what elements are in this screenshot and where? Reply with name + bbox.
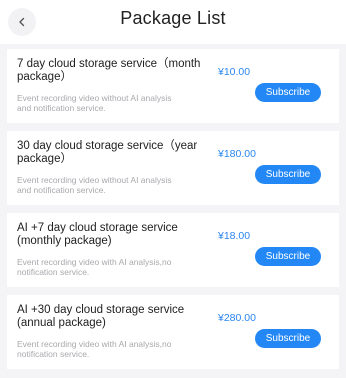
subscribe-button[interactable]: Subscribe	[255, 165, 321, 184]
package-price: ¥280.00	[218, 312, 256, 324]
top-bar: Package List	[0, 0, 346, 44]
package-name: AI +30 day cloud storage service (annual…	[17, 304, 185, 329]
package-price: ¥18.00	[218, 230, 251, 242]
package-description: Event recording video without AI analysi…	[17, 93, 172, 113]
package-description: Event recording video with AI analysis,n…	[17, 339, 172, 359]
package-description: Event recording video with AI analysis,n…	[17, 257, 172, 277]
package-name: 7 day cloud storage service（month packag…	[17, 58, 201, 83]
package-price: ¥180.00	[218, 148, 256, 160]
package-name: 30 day cloud storage service（year packag…	[17, 140, 198, 165]
package-description: Event recording video without AI analysi…	[17, 175, 172, 195]
package-card: 30 day cloud storage service（year packag…	[7, 131, 339, 205]
package-card: AI +30 day cloud storage service (annual…	[7, 295, 339, 369]
package-name: AI +7 day cloud storage service (monthly…	[17, 222, 178, 247]
subscribe-button[interactable]: Subscribe	[255, 83, 321, 102]
package-card: 7 day cloud storage service（month packag…	[7, 49, 339, 123]
subscribe-button[interactable]: Subscribe	[255, 247, 321, 266]
package-price: ¥10.00	[218, 66, 251, 78]
package-list: 7 day cloud storage service（month packag…	[7, 49, 339, 377]
package-card: AI +7 day cloud storage service (monthly…	[7, 213, 339, 287]
subscribe-button[interactable]: Subscribe	[255, 329, 321, 348]
page-title: Package List	[120, 8, 226, 28]
